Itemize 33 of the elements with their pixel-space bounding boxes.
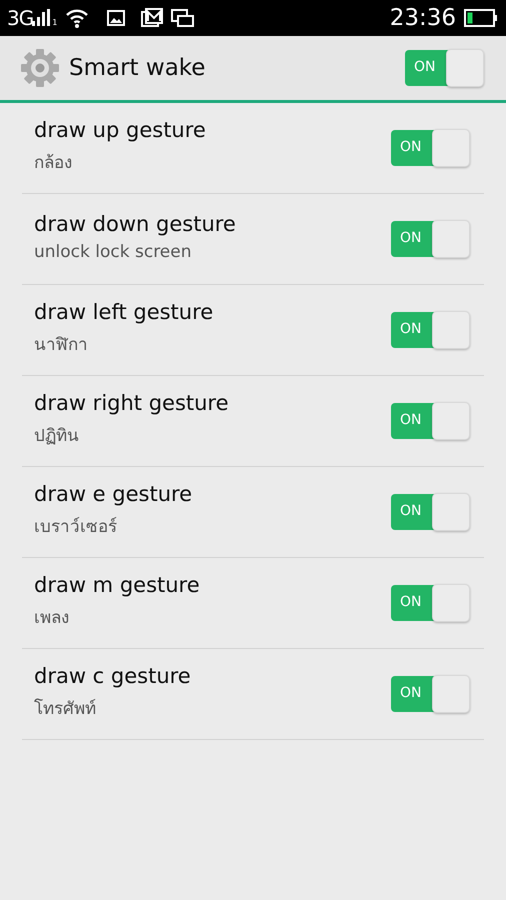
- gesture-action: เพลง: [34, 606, 70, 630]
- gesture-title: draw up gesture: [34, 118, 207, 142]
- toggle-switch[interactable]: ON: [391, 494, 469, 530]
- gesture-action: นาฬิกา: [34, 334, 89, 356]
- toggle-switch[interactable]: ON: [405, 50, 483, 86]
- signal-icon: [32, 9, 52, 27]
- toggle-switch[interactable]: ON: [391, 585, 469, 621]
- gesture-action: กล้อง: [34, 152, 73, 174]
- image-icon: [107, 10, 126, 26]
- gesture-title: draw down gesture: [34, 212, 237, 236]
- toggle-switch[interactable]: ON: [391, 130, 469, 166]
- gesture-title: draw c gesture: [34, 664, 192, 688]
- screen-title: Smart wake: [69, 55, 206, 81]
- mail-icon: [141, 8, 164, 28]
- gesture-title: draw left gesture: [34, 300, 214, 324]
- gesture-action: โทรศัพท์: [34, 698, 97, 720]
- toggle-switch[interactable]: ON: [391, 676, 469, 712]
- gesture-action: unlock lock screen: [34, 242, 192, 262]
- toggle-switch[interactable]: ON: [391, 221, 469, 257]
- gesture-action: ปฏิทิน: [34, 424, 80, 448]
- wifi-icon: [65, 8, 90, 28]
- network-type: 3G: [7, 6, 34, 30]
- toggle-switch[interactable]: ON: [391, 312, 469, 348]
- windows-icon: [171, 8, 196, 28]
- battery-icon: [464, 9, 498, 27]
- clock: 23:36: [390, 5, 456, 31]
- gesture-title: draw m gesture: [34, 572, 201, 596]
- gesture-title: draw right gesture: [34, 390, 230, 414]
- settings-icon: [19, 47, 61, 89]
- gesture-action: เบราว์เซอร์: [34, 516, 118, 538]
- sim-index: 1: [52, 18, 58, 27]
- gesture-title: draw e gesture: [34, 482, 194, 506]
- toggle-switch[interactable]: ON: [391, 403, 469, 439]
